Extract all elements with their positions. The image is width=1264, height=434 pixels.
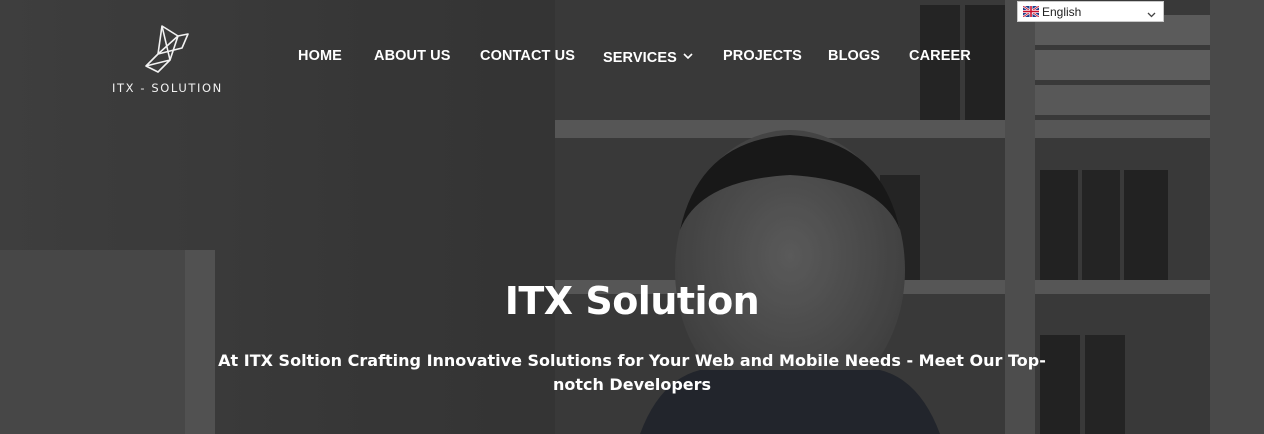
chevron-down-icon — [683, 48, 693, 64]
nav-blogs[interactable]: BLOGS — [828, 48, 880, 64]
logo-text: ITX - SOLUTION — [112, 81, 223, 95]
nav-home[interactable]: HOME — [298, 48, 342, 64]
nav-services-label: SERVICES — [603, 50, 677, 66]
nav-projects[interactable]: PROJECTS — [723, 48, 802, 64]
uk-flag-icon — [1022, 5, 1040, 18]
language-label: English — [1042, 4, 1082, 19]
site-logo[interactable]: ITX - SOLUTION — [110, 22, 222, 96]
nav-career[interactable]: CAREER — [909, 48, 971, 64]
logo-mark-icon — [145, 25, 189, 73]
nav-services[interactable]: SERVICES — [603, 48, 693, 66]
nav-contact-us[interactable]: CONTACT US — [480, 48, 575, 64]
language-selector[interactable]: English — [1017, 1, 1164, 22]
chevron-down-icon — [1147, 7, 1156, 21]
nav-about-us[interactable]: ABOUT US — [374, 48, 451, 64]
hero-subtitle: At ITX Soltion Crafting Innovative Solut… — [218, 351, 1046, 394]
hero-title: ITX Solution — [504, 279, 760, 323]
hero-section: ITX - SOLUTION HOME ABOUT US CONTACT US … — [0, 0, 1264, 434]
